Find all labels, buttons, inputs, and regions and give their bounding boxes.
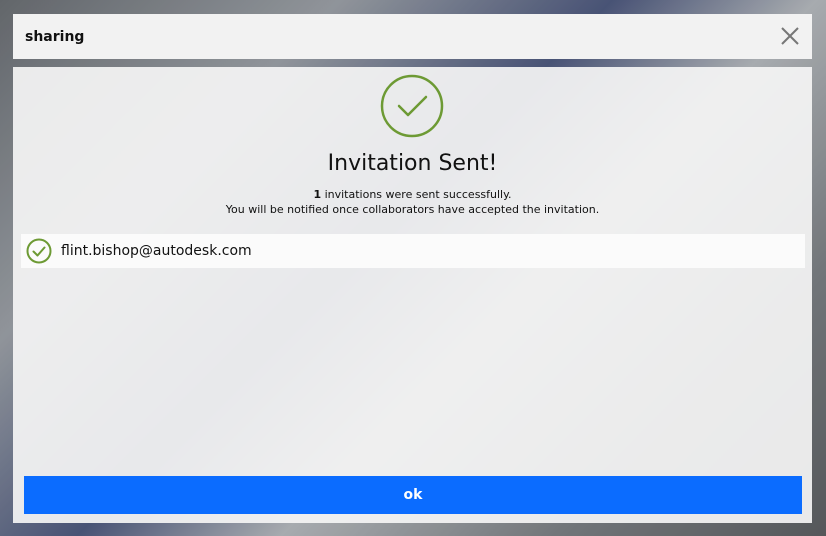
dialog-titlebar: sharing	[13, 14, 812, 59]
status-line-1: 1 invitations were sent successfully.	[13, 187, 812, 202]
invitation-count: 1	[313, 188, 322, 201]
recipient-email: flint.bishop@autodesk.com	[61, 243, 252, 259]
dialog-title: sharing	[25, 28, 85, 45]
check-circle-icon	[26, 238, 52, 264]
page-title: Invitation Sent!	[327, 151, 498, 176]
check-circle-icon	[380, 74, 444, 138]
list-item: flint.bishop@autodesk.com	[21, 234, 805, 268]
status-line-1-text: invitations were sent successfully.	[321, 188, 512, 201]
close-icon[interactable]	[776, 22, 804, 50]
status-message: 1 invitations were sent successfully. Yo…	[13, 187, 812, 217]
dialog-body: Invitation Sent! 1 invitations were sent…	[13, 67, 812, 523]
ok-button[interactable]: ok	[24, 476, 802, 514]
status-line-2: You will be notified once collaborators …	[225, 203, 600, 216]
